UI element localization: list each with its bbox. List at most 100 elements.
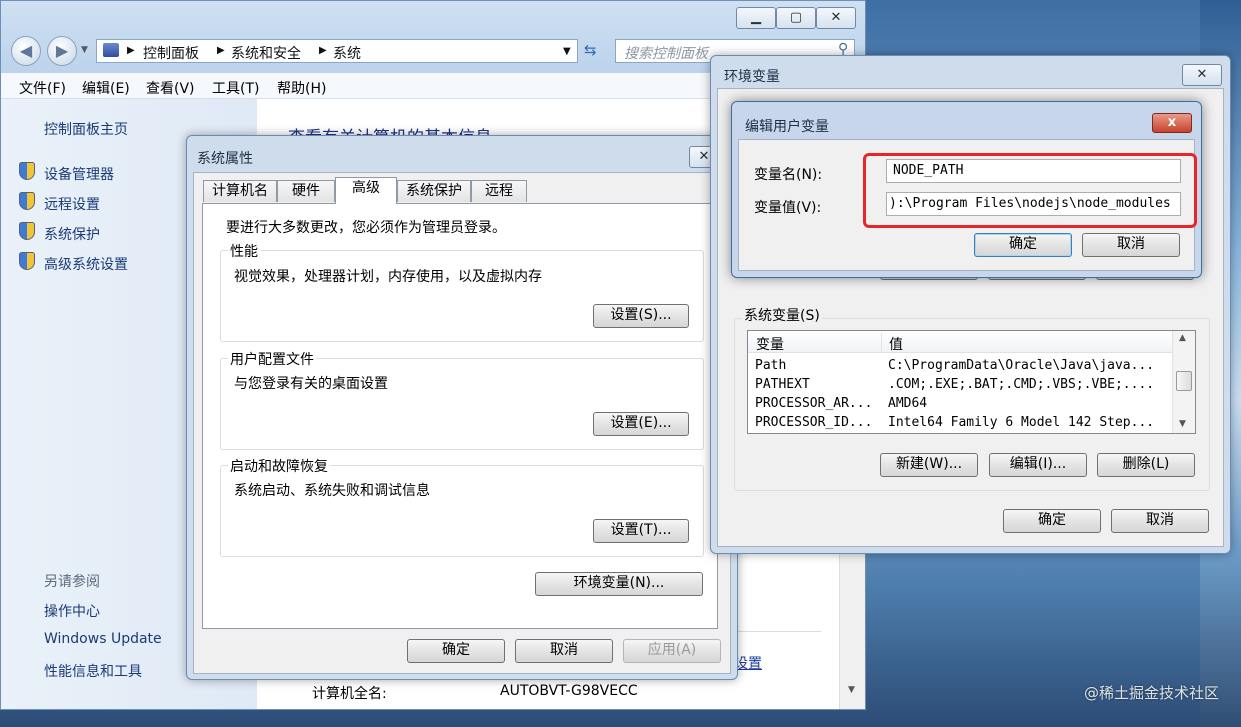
performance-settings-button[interactable]: 设置(S)... <box>593 304 689 328</box>
computer-fullname-label: 计算机全名: <box>312 686 387 702</box>
ok-button[interactable]: 确定 <box>974 233 1072 257</box>
table-row-name[interactable]: PROCESSOR_AR... <box>755 396 872 411</box>
breadcrumb-security[interactable]: 系统和安全 <box>231 43 301 63</box>
minimize-button[interactable]: ▁ <box>736 7 776 29</box>
maximize-icon: ▢ <box>789 10 803 25</box>
shield-icon <box>19 162 35 180</box>
tab-computer-name[interactable]: 计算机名 <box>203 180 277 202</box>
see-also-title: 另请参阅 <box>44 574 100 590</box>
see-also-action-center[interactable]: 操作中心 <box>44 601 100 621</box>
variable-name-label: 变量名(N): <box>754 167 823 183</box>
history-dropdown-icon[interactable]: ▼ <box>81 45 88 55</box>
user-profile-desc: 与您登录有关的桌面设置 <box>234 376 388 392</box>
forward-button[interactable]: ▶ <box>47 36 77 66</box>
breadcrumb-system[interactable]: 系统 <box>333 43 361 63</box>
column-header-variable[interactable]: 变量 <box>756 334 784 354</box>
column-divider <box>881 333 882 351</box>
ok-button[interactable]: 确定 <box>1003 509 1101 533</box>
sidebar-item-device-manager[interactable]: 设备管理器 <box>44 164 114 184</box>
shield-icon <box>19 222 35 240</box>
watermark: @稀土掘金技术社区 <box>1083 684 1219 702</box>
minimize-icon: ▁ <box>751 10 761 25</box>
environment-variables-button[interactable]: 环境变量(N)... <box>535 572 703 596</box>
highlight-annotation <box>863 153 1197 228</box>
admin-note: 要进行大多数更改，您必须作为管理员登录。 <box>226 220 506 236</box>
user-profile-group <box>220 358 704 450</box>
menu-file[interactable]: 文件(F) <box>19 78 66 98</box>
maximize-button[interactable]: ▢ <box>776 7 816 29</box>
computer-fullname-value: AUTOBVT-G98VECC <box>500 683 638 699</box>
variable-value-label: 变量值(V): <box>754 200 822 216</box>
apply-button[interactable]: 应用(A) <box>623 639 721 663</box>
tab-advanced[interactable]: 高级 <box>335 177 397 204</box>
edit-variable-button[interactable]: 编辑(I)... <box>989 453 1087 477</box>
dialog-title: 环境变量 <box>724 69 780 85</box>
scroll-thumb[interactable] <box>1176 371 1192 391</box>
cancel-button[interactable]: 取消 <box>1082 233 1180 257</box>
user-profile-title: 用户配置文件 <box>228 349 316 369</box>
table-row-name[interactable]: PROCESSOR_ID... <box>755 415 872 430</box>
list-header <box>748 331 1195 353</box>
scroll-up-icon[interactable]: ▲ <box>1179 333 1186 343</box>
table-row-value[interactable]: .COM;.EXE;.BAT;.CMD;.VBS;.VBE;.... <box>888 377 1154 392</box>
startup-recovery-settings-button[interactable]: 设置(T)... <box>593 519 689 543</box>
tab-system-protection[interactable]: 系统保护 <box>397 180 471 202</box>
cancel-button[interactable]: 取消 <box>515 639 613 663</box>
column-header-value[interactable]: 值 <box>889 334 903 354</box>
close-icon: ✕ <box>830 10 842 25</box>
dialog-title: 系统属性 <box>197 151 253 167</box>
shield-icon <box>19 192 35 210</box>
tab-remote[interactable]: 远程 <box>471 180 527 202</box>
list-scrollbar[interactable]: ▲ ▼ <box>1172 331 1195 433</box>
system-variables-label: 系统变量(S) <box>742 305 822 325</box>
system-properties-dialog: 系统属性 ✕ 计算机名 硬件 高级 系统保护 远程 要进行大多数更改，您必须作为… <box>186 135 738 680</box>
table-row-value[interactable]: C:\ProgramData\Oracle\Java\java... <box>888 358 1154 373</box>
table-row-value[interactable]: AMD64 <box>888 396 927 411</box>
menu-edit[interactable]: 编辑(E) <box>82 78 130 98</box>
back-button[interactable]: ◀ <box>11 36 41 66</box>
close-button[interactable]: x <box>1152 113 1192 133</box>
performance-desc: 视觉效果，处理器计划，内存使用，以及虚拟内存 <box>234 269 542 285</box>
table-row-value[interactable]: Intel64 Family 6 Model 142 Step... <box>888 415 1154 430</box>
menu-tools[interactable]: 工具(T) <box>212 78 259 98</box>
startup-recovery-title: 启动和故障恢复 <box>228 456 330 476</box>
table-row-name[interactable]: PATHEXT <box>755 377 810 392</box>
close-icon: ✕ <box>698 149 710 164</box>
delete-variable-button[interactable]: 删除(L) <box>1097 453 1195 477</box>
sidebar-item-remote[interactable]: 远程设置 <box>44 194 100 214</box>
cancel-button[interactable]: 取消 <box>1111 509 1209 533</box>
sidebar-item-protection[interactable]: 系统保护 <box>44 224 100 244</box>
startup-recovery-desc: 系统启动、系统失败和调试信息 <box>234 483 430 499</box>
close-button[interactable]: ✕ <box>1182 64 1222 86</box>
change-settings-link[interactable]: 设置 <box>734 653 762 673</box>
dialog-title: 编辑用户变量 <box>745 119 829 135</box>
ok-button[interactable]: 确定 <box>407 639 505 663</box>
breadcrumb-separator-icon: ▶ <box>217 45 225 56</box>
computer-icon <box>103 43 119 57</box>
sidebar-home-link[interactable]: 控制面板主页 <box>44 119 128 139</box>
table-row-name[interactable]: Path <box>755 358 786 373</box>
shield-icon <box>19 252 35 270</box>
close-icon: x <box>1167 115 1177 130</box>
system-variables-list[interactable]: 变量 值 Path C:\ProgramData\Oracle\Java\jav… <box>747 330 1196 434</box>
close-button[interactable]: ✕ <box>816 7 856 29</box>
forward-arrow-icon: ▶ <box>55 41 69 60</box>
refresh-icon[interactable]: ⇆ <box>584 41 597 59</box>
address-bar[interactable]: ▶ 控制面板 ▶ 系统和安全 ▶ 系统 ▼ <box>96 39 578 63</box>
startup-recovery-group <box>220 465 704 557</box>
tab-hardware[interactable]: 硬件 <box>277 180 335 202</box>
sidebar-item-advanced[interactable]: 高级系统设置 <box>44 254 128 274</box>
address-dropdown-icon[interactable]: ▼ <box>563 46 571 57</box>
search-placeholder: 搜索控制面板 <box>624 46 708 62</box>
user-profile-settings-button[interactable]: 设置(E)... <box>593 412 689 436</box>
performance-title: 性能 <box>228 241 260 261</box>
breadcrumb-control-panel[interactable]: 控制面板 <box>143 43 199 63</box>
new-variable-button[interactable]: 新建(W)... <box>880 453 978 477</box>
close-icon: ✕ <box>1196 67 1208 82</box>
menu-view[interactable]: 查看(V) <box>146 78 195 98</box>
menu-help[interactable]: 帮助(H) <box>277 78 326 98</box>
scroll-down-icon[interactable]: ▼ <box>1179 419 1186 429</box>
scroll-down-icon[interactable]: ▼ <box>848 685 855 695</box>
see-also-windows-update[interactable]: Windows Update <box>44 631 162 647</box>
see-also-performance[interactable]: 性能信息和工具 <box>44 661 142 681</box>
